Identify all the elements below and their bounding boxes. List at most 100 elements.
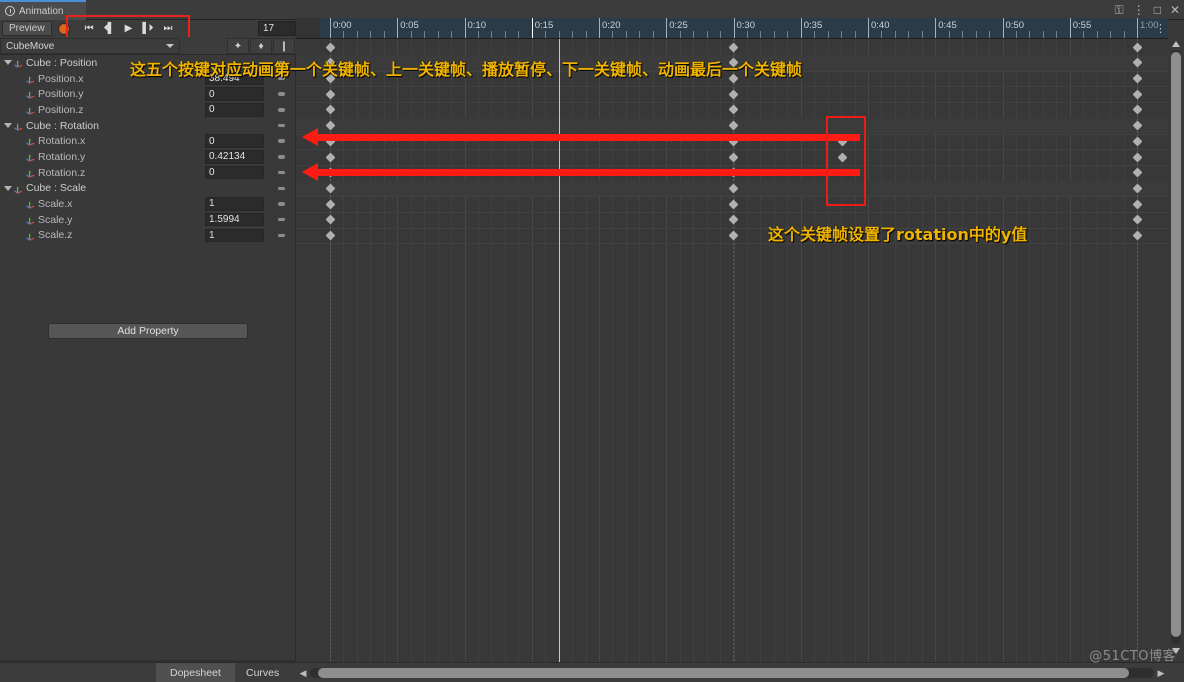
add-keyframe-plus-button[interactable]: ♦ — [250, 38, 272, 54]
dopesheet-grid[interactable] — [296, 39, 1168, 662]
property-row[interactable]: Position.z 0 — [0, 102, 295, 118]
property-value-input[interactable]: 0.42134 — [205, 150, 264, 164]
property-value-input[interactable]: 1.5994 — [205, 212, 264, 227]
property-row[interactable]: Rotation.z 0 — [0, 165, 295, 181]
property-row[interactable]: Rotation.y 0.42134 — [0, 149, 295, 165]
property-options-icon[interactable] — [278, 108, 285, 112]
foldout-triangle-icon[interactable] — [4, 185, 12, 191]
tab-animation[interactable]: Animation — [0, 0, 86, 20]
keyframe-diamond-summary[interactable] — [728, 42, 738, 53]
keyframe-diamond[interactable] — [1132, 73, 1142, 84]
ruler-kebab-icon[interactable]: ⋮ — [1155, 22, 1166, 35]
vertical-scrollbar[interactable] — [1170, 40, 1182, 655]
lock-icon[interactable]: ⚿ — [1115, 4, 1124, 16]
property-options-icon[interactable] — [278, 170, 285, 175]
close-icon[interactable]: ✕ — [1170, 4, 1180, 16]
ruler-minor-tick — [572, 31, 574, 38]
property-value-input[interactable]: 0 — [205, 103, 264, 117]
horizontal-scrollbar[interactable]: ◀ ▶ — [296, 666, 1168, 680]
current-frame-input[interactable]: 17 — [258, 21, 296, 36]
add-event-button[interactable]: ❙ — [273, 38, 295, 54]
keyframe-diamond[interactable] — [728, 230, 738, 241]
maximize-icon[interactable]: □ — [1154, 4, 1161, 16]
property-value-input[interactable]: 1 — [205, 197, 264, 211]
ruler-tick-label: 0:45 — [938, 20, 957, 31]
property-options-icon[interactable] — [278, 186, 285, 190]
add-keyframe-button[interactable]: ✦ — [227, 38, 249, 54]
property-options-icon[interactable] — [278, 217, 285, 222]
keyframe-diamond[interactable] — [1132, 199, 1142, 210]
keyframe-diamond[interactable] — [1132, 214, 1142, 225]
clip-toolbar: CubeMove ✦ ♦ ❙ — [0, 37, 300, 55]
window-title: Animation — [19, 5, 64, 17]
keyframe-diamond[interactable] — [728, 152, 738, 162]
property-group-row[interactable]: Cube : Rotation — [0, 118, 295, 134]
keyframe-diamond[interactable] — [728, 104, 738, 115]
clip-selector-dropdown[interactable]: CubeMove — [0, 38, 180, 54]
play-pause-button[interactable]: ▶ — [125, 23, 133, 34]
keyframe-diamond[interactable] — [325, 230, 335, 241]
property-row[interactable]: Scale.y 1.5994 — [0, 212, 295, 228]
keyframe-diamond[interactable] — [325, 104, 335, 115]
keyframe-diamond[interactable] — [1132, 230, 1142, 241]
keyframe-diamond-summary[interactable] — [325, 42, 335, 53]
property-row[interactable]: Position.y 0 — [0, 86, 295, 102]
property-options-icon[interactable] — [278, 139, 285, 143]
preview-button[interactable]: Preview — [2, 21, 52, 36]
keyframe-diamond[interactable] — [1132, 89, 1142, 100]
foldout-triangle-icon[interactable] — [4, 122, 12, 128]
keyframe-diamond[interactable] — [837, 152, 847, 162]
property-group-row[interactable]: Cube : Scale — [0, 181, 295, 197]
last-keyframe-button[interactable]: ⏭ — [163, 23, 172, 34]
property-row[interactable]: Scale.z 1 — [0, 228, 295, 244]
record-button[interactable] — [57, 22, 70, 35]
keyframe-diamond[interactable] — [1132, 136, 1142, 147]
ruler-minor-tick — [921, 31, 923, 38]
keyframe-diamond[interactable] — [325, 89, 335, 100]
ruler-minor-tick — [424, 31, 426, 38]
hscroll-track[interactable] — [310, 668, 1154, 678]
next-keyframe-button[interactable]: ▌⏵ — [142, 23, 153, 34]
keyframe-diamond-summary[interactable] — [1132, 42, 1142, 53]
property-options-icon[interactable] — [278, 123, 285, 128]
keyframe-diamond[interactable] — [325, 199, 335, 210]
kebab-menu-icon[interactable]: ⋮ — [1133, 4, 1145, 16]
ruler-playhead-marker[interactable] — [531, 18, 533, 38]
property-row[interactable]: Rotation.x 0 — [0, 133, 295, 149]
previous-keyframe-button[interactable]: ⏴▌ — [104, 23, 115, 34]
scroll-up-icon[interactable] — [1172, 41, 1180, 47]
keyframe-diamond[interactable] — [728, 214, 738, 225]
property-row[interactable]: Scale.x 1 — [0, 196, 295, 212]
property-options-icon[interactable] — [278, 233, 285, 238]
property-options-icon[interactable] — [278, 92, 285, 96]
property-value-input[interactable]: 0 — [205, 134, 264, 149]
keyframe-diamond[interactable] — [728, 199, 738, 210]
tab-curves[interactable]: Curves — [232, 663, 293, 682]
ruler-minor-tick — [639, 31, 641, 38]
keyframe-diamond[interactable] — [325, 152, 335, 162]
vscroll-thumb[interactable] — [1171, 52, 1181, 637]
keyframe-diamond[interactable] — [1132, 167, 1142, 178]
keyframe-diamond[interactable] — [1132, 152, 1142, 162]
ruler-minor-tick — [477, 31, 479, 38]
property-value-input[interactable]: 1 — [205, 228, 264, 243]
keyframe-diamond[interactable] — [728, 89, 738, 100]
ruler-minor-tick — [1083, 31, 1085, 38]
timeline-ruler[interactable]: 0:00 0:05 0:10 0:15 0:20 0:25 0:30 0:35 0:40 0:45… — [296, 18, 1168, 39]
keyframe-diamond[interactable] — [1132, 104, 1142, 115]
playhead-line[interactable] — [559, 39, 560, 662]
tab-dopesheet[interactable]: Dopesheet — [156, 663, 235, 682]
ruler-minor-tick — [1110, 31, 1112, 38]
property-value-input[interactable]: 0 — [205, 87, 264, 101]
foldout-triangle-icon[interactable] — [4, 60, 12, 65]
scroll-right-icon[interactable]: ▶ — [1154, 668, 1168, 679]
property-options-icon[interactable] — [278, 155, 285, 159]
first-keyframe-button[interactable]: ⏮ — [85, 23, 94, 34]
keyframe-diamond[interactable] — [325, 214, 335, 225]
scroll-left-icon[interactable]: ◀ — [296, 668, 310, 679]
property-options-icon[interactable] — [278, 202, 285, 206]
ruler-minor-tick — [370, 31, 372, 38]
hscroll-thumb[interactable] — [318, 668, 1129, 678]
property-value-input[interactable]: 0 — [205, 165, 264, 180]
add-property-button[interactable]: Add Property — [48, 323, 248, 339]
